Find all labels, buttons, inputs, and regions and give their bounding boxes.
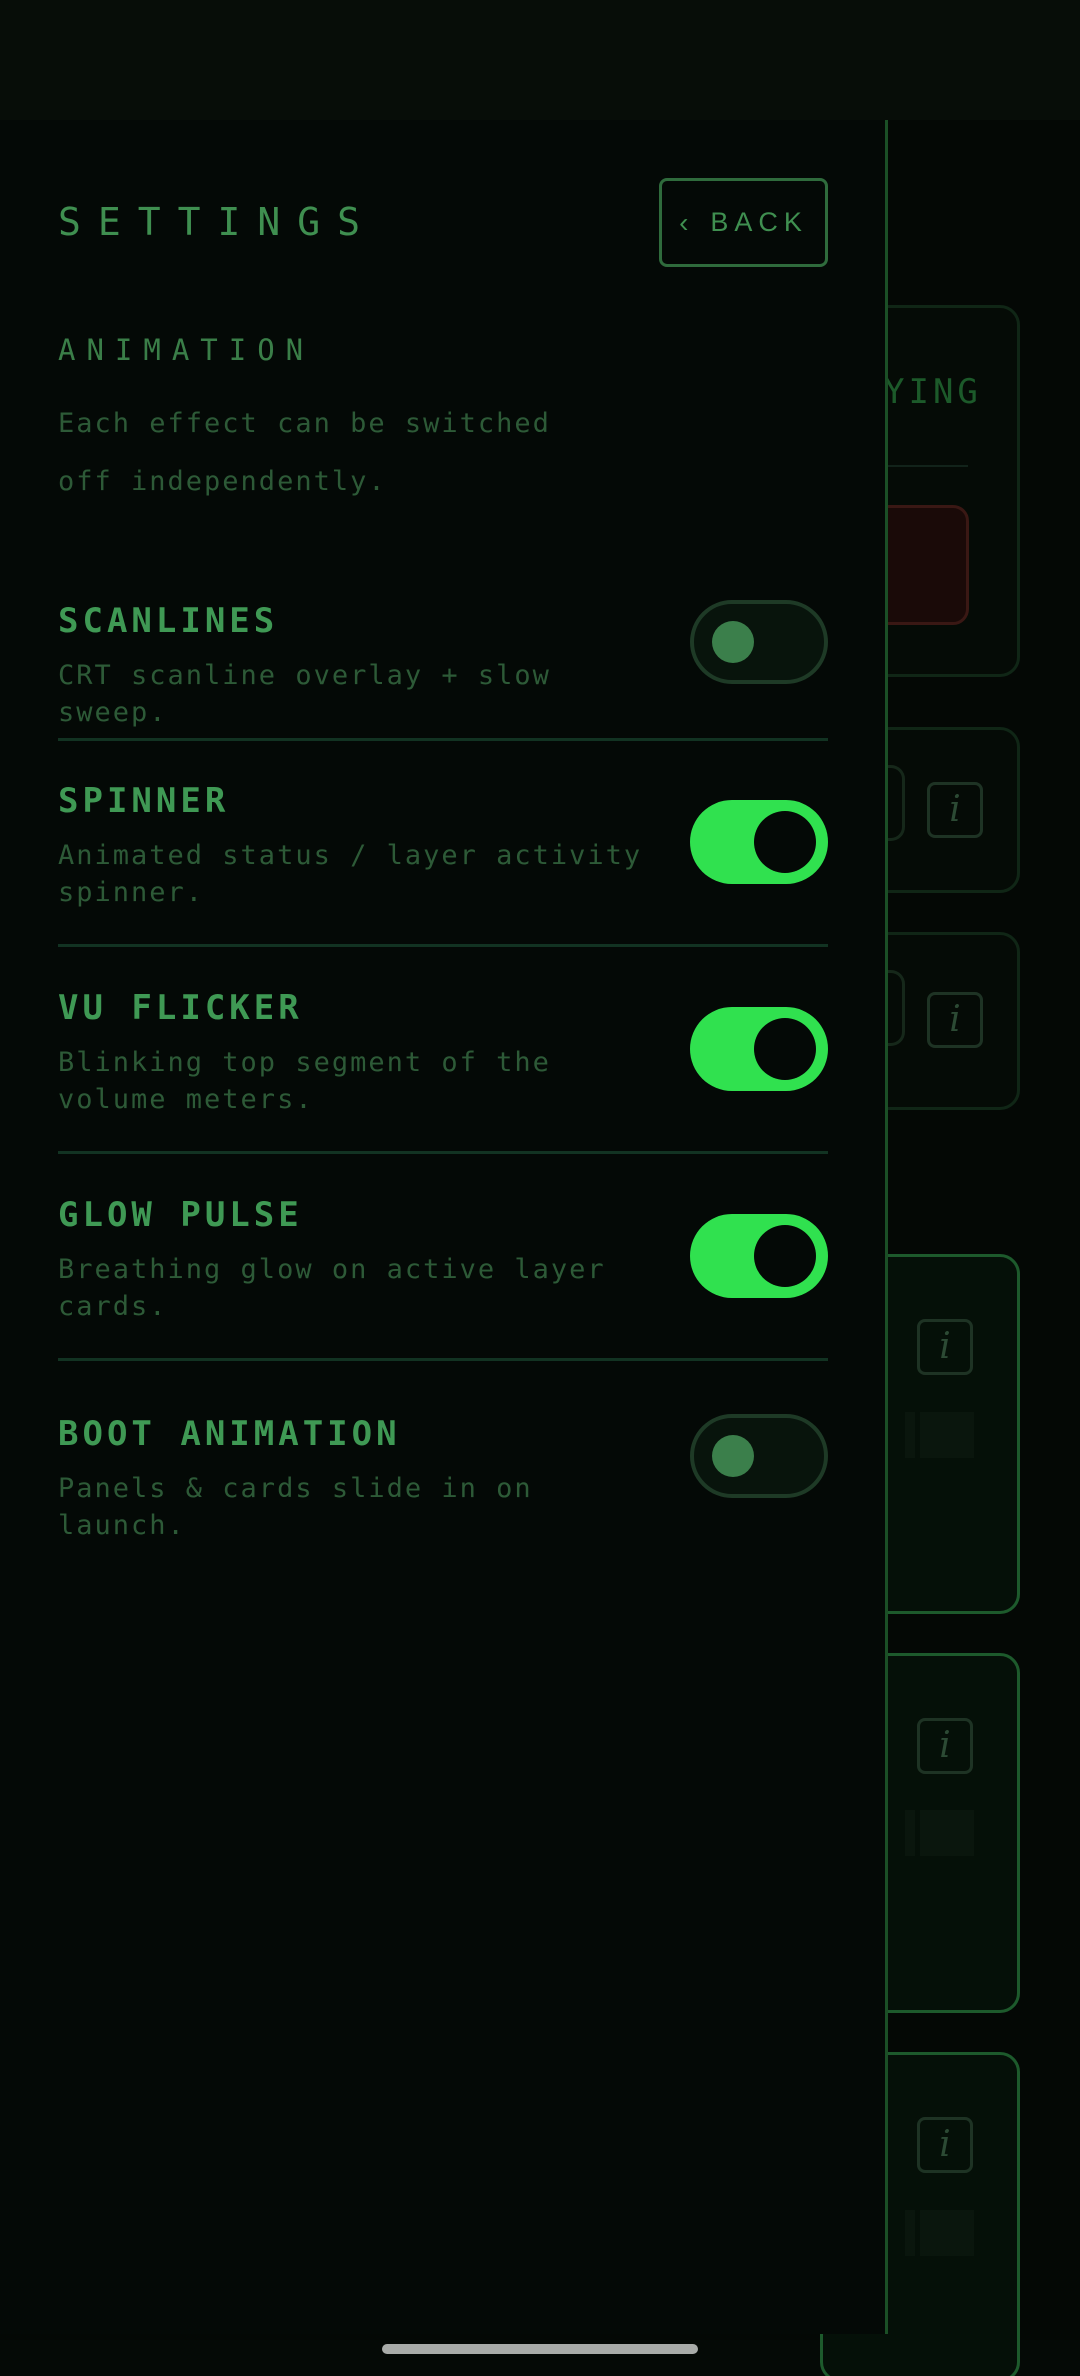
row-divider [58, 1151, 828, 1154]
back-button[interactable]: ‹ BACK [659, 178, 828, 267]
background-info-icon: i [917, 1319, 973, 1375]
section-heading: ANIMATION [58, 333, 315, 367]
setting-description: Blinking top segment of the volume meter… [58, 1047, 551, 1115]
home-indicator[interactable] [382, 2344, 698, 2354]
toggle-knob [712, 1435, 754, 1477]
toggle-boot-animation[interactable] [690, 1414, 828, 1498]
background-info-icon: i [927, 782, 983, 838]
setting-description: Panels & cards slide in on launch. [58, 1473, 533, 1541]
drawer-edge [885, 120, 888, 2334]
row-divider [58, 738, 828, 741]
toggle-knob [712, 621, 754, 663]
setting-name: VU FLICKER [58, 988, 303, 1028]
toggle-knob [754, 1225, 816, 1287]
screen: YING i i i i i SETTINGS ‹ BACK ANIMATION… [0, 0, 1080, 2376]
setting-name: SPINNER [58, 781, 230, 821]
background-info-icon: i [917, 1718, 973, 1774]
setting-description: Animated status / layer activity spinner… [58, 840, 643, 908]
row-divider [58, 1358, 828, 1361]
background-meter-segment [920, 1810, 974, 1856]
setting-description: Breathing glow on active layer cards. [58, 1254, 606, 1322]
background-meter-segment [920, 2210, 974, 2256]
background-info-icon: i [927, 992, 983, 1048]
background-divider [888, 465, 968, 467]
background-info-icon: i [917, 2117, 973, 2173]
toggle-vu-flicker[interactable] [690, 1007, 828, 1091]
back-button-label: BACK [710, 207, 808, 237]
setting-name: SCANLINES [58, 601, 279, 641]
setting-description: CRT scanline overlay + slow sweep. [58, 660, 551, 728]
toggle-knob [754, 811, 816, 873]
chevron-left-icon: ‹ [679, 206, 695, 238]
row-divider [58, 944, 828, 947]
page-title: SETTINGS [58, 200, 378, 244]
toggle-spinner[interactable] [690, 800, 828, 884]
background-meter-segment [905, 1412, 915, 1458]
setting-name: BOOT ANIMATION [58, 1414, 401, 1454]
setting-name: GLOW PULSE [58, 1195, 303, 1235]
toggle-knob [754, 1018, 816, 1080]
toggle-glow-pulse[interactable] [690, 1214, 828, 1298]
background-status-text: YING [884, 372, 982, 412]
background-meter-segment [905, 2210, 915, 2256]
section-description: Each effect can be switched off independ… [58, 408, 551, 497]
background-top-bar [0, 0, 1080, 120]
background-meter-segment [905, 1810, 915, 1856]
toggle-scanlines[interactable] [690, 600, 828, 684]
background-meter-segment [920, 1412, 974, 1458]
